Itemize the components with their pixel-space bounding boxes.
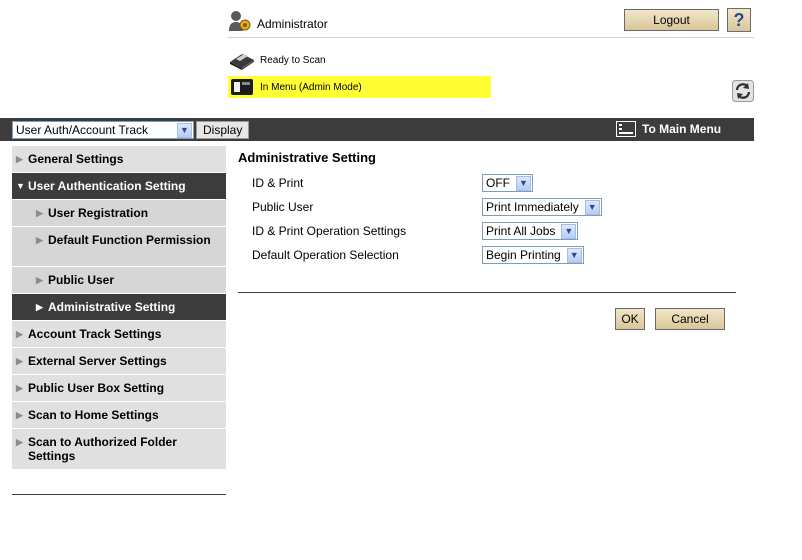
sidebar-item-label: Public User bbox=[48, 273, 115, 287]
select-value: Print All Jobs bbox=[486, 224, 556, 238]
sidebar-divider bbox=[12, 494, 226, 495]
mode-select-value: User Auth/Account Track bbox=[16, 123, 149, 137]
id-print-operation-select[interactable]: Print All Jobs ▼ bbox=[482, 222, 579, 240]
field-label: Default Operation Selection bbox=[252, 248, 399, 262]
sidebar: ▶ General Settings ▼ User Authentication… bbox=[12, 146, 226, 470]
triangle-right-icon: ▶ bbox=[36, 235, 43, 245]
printer-menu-icon bbox=[231, 79, 253, 95]
triangle-right-icon: ▶ bbox=[16, 329, 23, 339]
field-label: ID & Print bbox=[252, 176, 304, 190]
administrator-icon bbox=[229, 11, 251, 31]
triangle-right-icon: ▶ bbox=[16, 356, 23, 366]
sidebar-item-administrative-setting[interactable]: ▶ Administrative Setting bbox=[12, 294, 226, 321]
refresh-icon[interactable] bbox=[732, 80, 754, 102]
triangle-down-icon: ▼ bbox=[16, 181, 25, 191]
header-divider bbox=[228, 37, 754, 38]
triangle-right-icon: ▶ bbox=[16, 383, 23, 393]
sidebar-item-label: External Server Settings bbox=[28, 354, 167, 368]
sidebar-item-public-user-box-setting[interactable]: ▶ Public User Box Setting bbox=[12, 375, 226, 402]
triangle-right-icon: ▶ bbox=[16, 154, 23, 164]
sidebar-item-label: Scan to Home Settings bbox=[28, 408, 159, 422]
chevron-down-icon[interactable]: ▼ bbox=[584, 199, 600, 215]
status-ready-text: Ready to Scan bbox=[260, 54, 326, 66]
field-label: ID & Print Operation Settings bbox=[252, 224, 407, 238]
cancel-button[interactable]: Cancel bbox=[655, 308, 725, 330]
status-menu-text: In Menu (Admin Mode) bbox=[260, 81, 362, 93]
chevron-down-icon[interactable]: ▼ bbox=[561, 223, 577, 239]
sidebar-item-scan-to-home-settings[interactable]: ▶ Scan to Home Settings bbox=[12, 402, 226, 429]
chevron-down-icon[interactable]: ▼ bbox=[566, 247, 582, 263]
mode-select[interactable]: User Auth/Account Track ▼ bbox=[12, 121, 194, 139]
form-row-id-print: ID & Print OFF ▼ bbox=[238, 171, 738, 195]
sidebar-item-public-user[interactable]: ▶ Public User bbox=[12, 267, 226, 294]
page-title: Administrative Setting bbox=[238, 150, 376, 165]
menu-lines-icon bbox=[619, 124, 633, 134]
display-button[interactable]: Display bbox=[196, 121, 250, 139]
sidebar-item-user-authentication[interactable]: ▼ User Authentication Setting bbox=[12, 173, 226, 200]
sidebar-item-label: User Authentication Setting bbox=[28, 179, 186, 193]
printer-icon bbox=[230, 54, 254, 70]
status-menu-row: In Menu (Admin Mode) bbox=[228, 76, 491, 98]
main-menu-icon bbox=[616, 121, 636, 137]
id-print-select[interactable]: OFF ▼ bbox=[482, 174, 533, 192]
help-icon[interactable]: ? bbox=[727, 8, 751, 32]
default-operation-select[interactable]: Begin Printing ▼ bbox=[482, 246, 584, 264]
sidebar-item-general-settings[interactable]: ▶ General Settings bbox=[12, 146, 226, 173]
public-user-select[interactable]: Print Immediately ▼ bbox=[482, 198, 602, 216]
sidebar-item-account-track-settings[interactable]: ▶ Account Track Settings bbox=[12, 321, 226, 348]
form-row-default-operation: Default Operation Selection Begin Printi… bbox=[238, 243, 738, 267]
to-main-menu-link[interactable]: To Main Menu bbox=[616, 121, 721, 137]
sidebar-item-label: General Settings bbox=[28, 152, 124, 166]
chevron-down-icon[interactable]: ▼ bbox=[177, 122, 192, 138]
status-ready-row: Ready to Scan bbox=[228, 49, 326, 71]
header: Administrator Logout ? Ready to Scan In … bbox=[0, 0, 802, 118]
to-main-menu-label: To Main Menu bbox=[642, 122, 722, 136]
sidebar-item-user-registration[interactable]: ▶ User Registration bbox=[12, 200, 226, 227]
logout-button[interactable]: Logout bbox=[624, 9, 719, 31]
ok-button[interactable]: OK bbox=[615, 308, 645, 330]
sidebar-item-scan-to-authorized-folder[interactable]: ▶ Scan to Authorized Folder Settings bbox=[12, 429, 226, 470]
sidebar-item-external-server-settings[interactable]: ▶ External Server Settings bbox=[12, 348, 226, 375]
select-value: Begin Printing bbox=[486, 248, 561, 262]
main-content: Administrative Setting ID & Print OFF ▼ … bbox=[238, 150, 738, 267]
chevron-down-icon[interactable]: ▼ bbox=[516, 175, 531, 191]
triangle-right-icon: ▶ bbox=[16, 410, 23, 420]
sidebar-item-label: Scan to Authorized Folder Settings bbox=[28, 435, 177, 463]
status-menu-highlight: In Menu (Admin Mode) bbox=[228, 76, 491, 98]
user-name: Administrator bbox=[257, 17, 328, 31]
sidebar-item-default-function-permission[interactable]: ▶ Default Function Permission bbox=[12, 227, 226, 267]
form-row-id-print-operation: ID & Print Operation Settings Print All … bbox=[238, 219, 738, 243]
form-row-public-user: Public User Print Immediately ▼ bbox=[238, 195, 738, 219]
mode-toolbar: User Auth/Account Track ▼ Display To Mai… bbox=[0, 118, 754, 141]
sidebar-item-label: Account Track Settings bbox=[28, 327, 162, 341]
triangle-right-icon: ▶ bbox=[36, 302, 43, 312]
triangle-right-icon: ▶ bbox=[16, 437, 23, 447]
content-divider bbox=[238, 292, 736, 293]
sidebar-item-label: User Registration bbox=[48, 206, 149, 220]
sidebar-item-label: Administrative Setting bbox=[48, 300, 176, 314]
triangle-right-icon: ▶ bbox=[36, 208, 43, 218]
select-value: OFF bbox=[486, 176, 510, 190]
triangle-right-icon: ▶ bbox=[36, 275, 43, 285]
sidebar-item-label: Default Function Permission bbox=[48, 233, 211, 247]
field-label: Public User bbox=[252, 200, 314, 214]
sidebar-item-label: Public User Box Setting bbox=[28, 381, 165, 395]
select-value: Print Immediately bbox=[486, 200, 579, 214]
